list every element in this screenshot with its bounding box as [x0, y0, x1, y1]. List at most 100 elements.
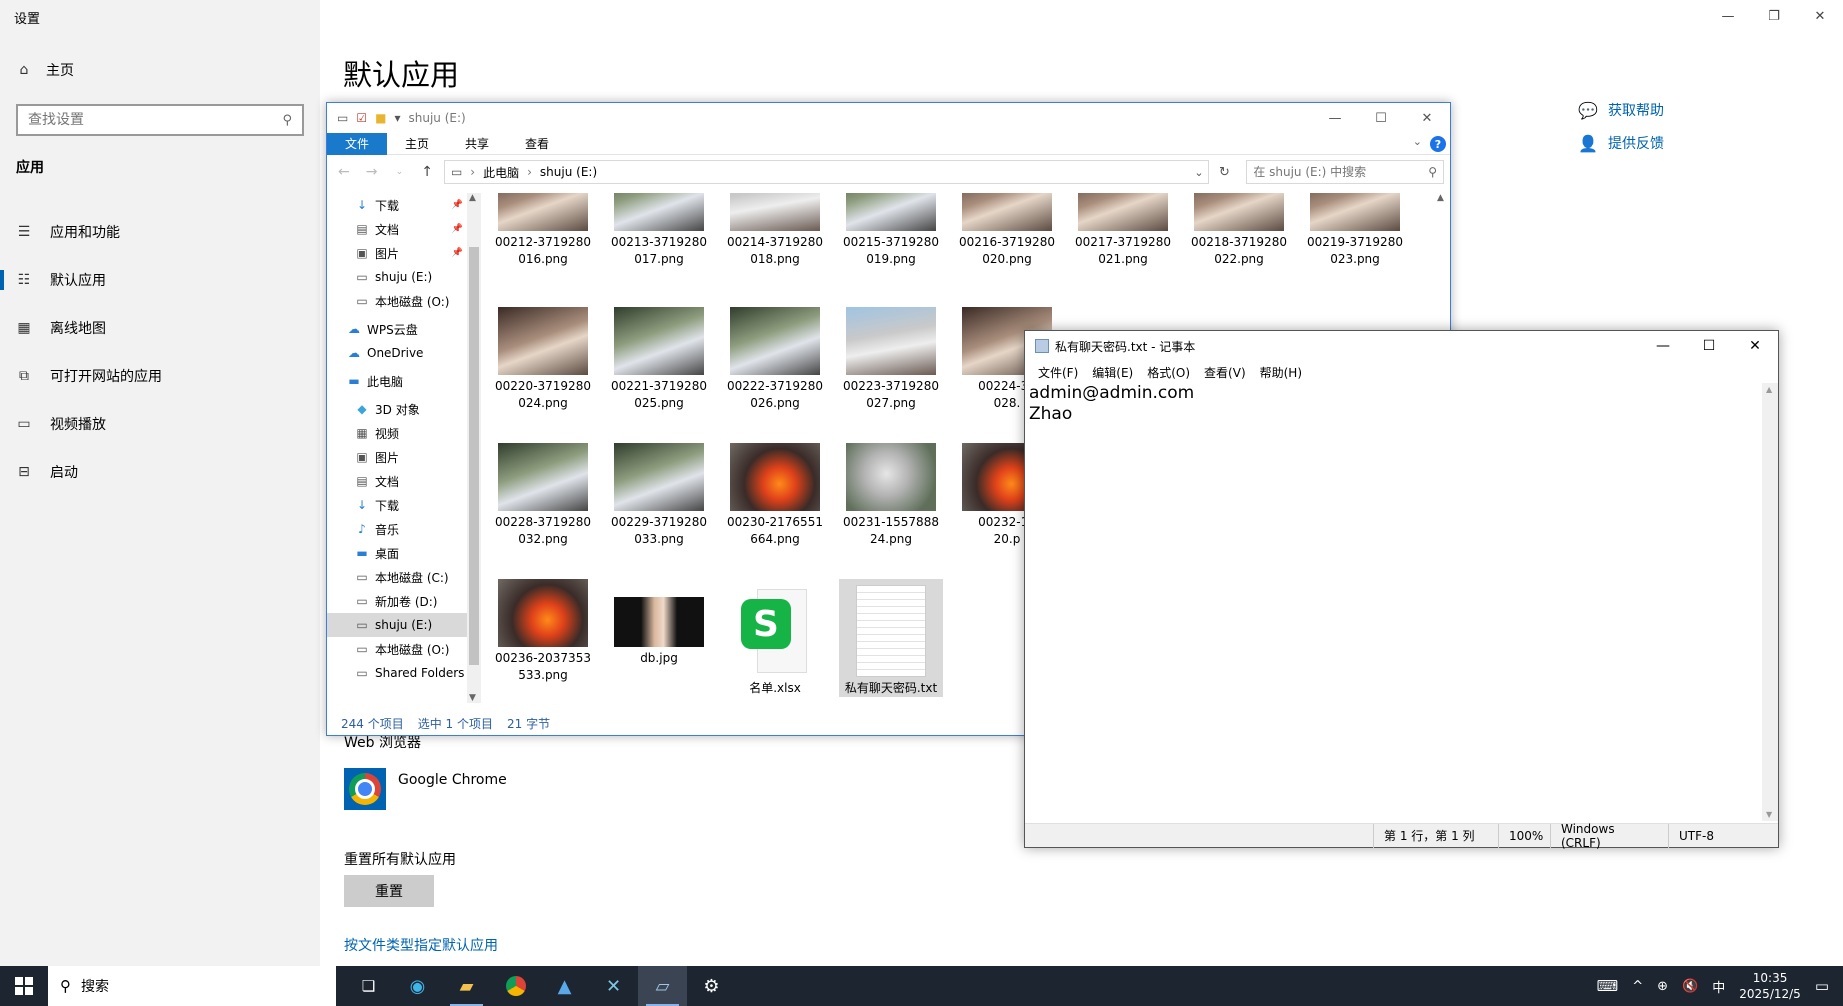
nav-item[interactable]: ▦ 视频	[327, 421, 467, 445]
nav-item[interactable]: ▭ shuju (E:)	[327, 265, 467, 289]
start-button[interactable]	[0, 966, 48, 1006]
settings-search-input[interactable]	[28, 112, 283, 128]
file-item[interactable]: 00212-3719280 016.png	[491, 193, 595, 268]
nav-item[interactable]: ▭ 本地磁盘 (O:)	[327, 637, 467, 661]
settings-nav-apps-for-websites[interactable]: ⧉ 可打开网站的应用	[0, 352, 320, 400]
file-item[interactable]: 00231-1557888 24.png	[839, 443, 943, 548]
properties-icon[interactable]: ☑	[356, 111, 367, 125]
up-arrow-icon[interactable]: ↑	[416, 164, 438, 180]
scroll-down-icon[interactable]: ▼	[1766, 810, 1772, 819]
nav-item[interactable]: ▬ 桌面	[327, 541, 467, 565]
breadcrumb-drive[interactable]: shuju (E:)	[540, 165, 597, 179]
breadcrumb-this-pc[interactable]: 此电脑	[483, 164, 519, 181]
minimize-icon[interactable]: —	[1640, 331, 1686, 361]
menu-format[interactable]: 格式(O)	[1140, 364, 1197, 381]
settings-home[interactable]: ⌂ 主页	[16, 60, 74, 80]
nav-item[interactable]: ◆ 3D 对象	[327, 397, 467, 421]
maximize-icon[interactable]: ☐	[1358, 103, 1404, 133]
tab-home[interactable]: 主页	[387, 133, 447, 155]
file-item[interactable]: 00214-3719280 018.png	[723, 193, 827, 268]
minimize-icon[interactable]: —	[1705, 0, 1751, 32]
notepad-scrollbar[interactable]: ▲ ▼	[1762, 383, 1778, 821]
volume-muted-icon[interactable]: 🔇	[1682, 979, 1698, 994]
ribbon-expand-icon[interactable]: ⌄	[1413, 135, 1422, 148]
input-method-indicator[interactable]: 中	[1712, 977, 1725, 996]
file-item[interactable]: 00223-3719280 027.png	[839, 307, 943, 412]
refresh-icon[interactable]: ↻	[1215, 165, 1235, 180]
file-item[interactable]: 00215-3719280 019.png	[839, 193, 943, 268]
scroll-up-icon[interactable]: ▲	[1766, 385, 1772, 394]
nav-item[interactable]: ▤ 文档 📌	[327, 217, 467, 241]
menu-help[interactable]: 帮助(H)	[1253, 364, 1309, 381]
photos-icon[interactable]: ▲	[540, 966, 589, 1006]
nav-item[interactable]: ↓ 下载	[327, 493, 467, 517]
close-icon[interactable]: ✕	[1732, 331, 1778, 361]
notepad-taskbar-icon[interactable]: ▱	[638, 966, 687, 1006]
nav-item[interactable]: ▬ 此电脑	[327, 369, 467, 393]
nav-item[interactable]: ▭ 新加卷 (D:)	[327, 589, 467, 613]
file-item[interactable]: 00219-3719280 023.png	[1303, 193, 1407, 268]
edge-icon[interactable]: ◉	[393, 966, 442, 1006]
scrollbar-thumb[interactable]	[469, 247, 479, 665]
network-icon[interactable]: ⊕	[1657, 979, 1668, 994]
keyboard-icon[interactable]: ⌨	[1597, 977, 1619, 995]
address-bar[interactable]: ▭ › 此电脑 › shuju (E:) ⌄	[443, 160, 1209, 184]
reset-button[interactable]: 重置	[344, 875, 434, 907]
file-item[interactable]: S 名单.xlsx	[723, 579, 827, 697]
file-item[interactable]: 00229-3719280 033.png	[607, 443, 711, 548]
file-explorer-icon[interactable]: ▰	[442, 966, 491, 1006]
filetype-defaults-link[interactable]: 按文件类型指定默认应用	[344, 935, 498, 955]
recent-dropdown-icon[interactable]: ⌄	[388, 167, 410, 177]
forward-arrow-icon[interactable]: →	[361, 164, 383, 180]
tab-view[interactable]: 查看	[507, 133, 567, 155]
settings-nav-offline-maps[interactable]: ▦ 离线地图	[0, 304, 320, 352]
file-item[interactable]: db.jpg	[607, 579, 711, 667]
settings-nav-startup[interactable]: ⊟ 启动	[0, 448, 320, 496]
menu-edit[interactable]: 编辑(E)	[1085, 364, 1140, 381]
taskbar-search[interactable]: ⚲ 搜索	[48, 966, 336, 1006]
address-dropdown-icon[interactable]: ⌄	[1194, 166, 1203, 179]
restore-icon[interactable]: ❐	[1751, 0, 1797, 32]
file-item[interactable]: 00218-3719280 022.png	[1187, 193, 1291, 268]
maximize-icon[interactable]: ☐	[1686, 331, 1732, 361]
file-item[interactable]: 00217-3719280 021.png	[1071, 193, 1175, 268]
close-icon[interactable]: ✕	[1797, 0, 1843, 32]
settings-gear-icon[interactable]: ⚙	[687, 966, 736, 1006]
minimize-icon[interactable]: —	[1312, 103, 1358, 133]
tab-share[interactable]: 共享	[447, 133, 507, 155]
show-hidden-icons-icon[interactable]: ^	[1632, 979, 1643, 994]
file-item[interactable]: 00220-3719280 024.png	[491, 307, 595, 412]
menu-file[interactable]: 文件(F)	[1031, 364, 1085, 381]
nav-item[interactable]: ▭ 本地磁盘 (C:)	[327, 565, 467, 589]
scroll-down-icon[interactable]: ▼	[469, 693, 476, 703]
close-icon[interactable]: ✕	[1404, 103, 1450, 133]
file-item[interactable]: 私有聊天密码.txt	[839, 579, 943, 697]
nav-item[interactable]: ▣ 图片	[327, 445, 467, 469]
nav-item[interactable]: ▭ 本地磁盘 (O:)	[327, 289, 467, 313]
settings-nav-apps-features[interactable]: ☰ 应用和功能	[0, 208, 320, 256]
taskbar-clock[interactable]: 10:35 2025/12/5	[1739, 970, 1801, 1002]
vpn-app-icon[interactable]: ✕	[589, 966, 638, 1006]
explorer-search-input[interactable]	[1253, 165, 1429, 179]
new-folder-icon[interactable]: ■	[375, 111, 386, 125]
settings-search-box[interactable]: ⚲	[16, 104, 304, 136]
task-view-icon[interactable]: ❏	[344, 966, 393, 1006]
nav-item[interactable]: ↓ 下载 📌	[327, 193, 467, 217]
tab-file[interactable]: 文件	[327, 132, 388, 155]
scroll-up-icon[interactable]: ▲	[469, 193, 476, 203]
nav-item[interactable]: ▤ 文档	[327, 469, 467, 493]
navigation-scrollbar[interactable]: ▲ ▼	[467, 193, 481, 703]
menu-view[interactable]: 查看(V)	[1197, 364, 1253, 381]
back-arrow-icon[interactable]: ←	[333, 164, 355, 180]
notepad-text-area[interactable]: admin@admin.com Zhao	[1027, 383, 1761, 821]
quick-access-dropdown-icon[interactable]: ▾	[394, 111, 400, 125]
file-item[interactable]: 00213-3719280 017.png	[607, 193, 711, 268]
file-item[interactable]: 00216-3719280 020.png	[955, 193, 1059, 268]
feedback-link[interactable]: 👤 提供反馈	[1578, 133, 1664, 153]
chrome-icon[interactable]	[491, 966, 540, 1006]
nav-item[interactable]: ☁ WPS云盘	[327, 317, 467, 341]
nav-item[interactable]: ▭ shuju (E:)	[327, 613, 467, 637]
settings-nav-video-playback[interactable]: ▭ 视频播放	[0, 400, 320, 448]
file-item[interactable]: 00222-3719280 026.png	[723, 307, 827, 412]
nav-item[interactable]: ▣ 图片 📌	[327, 241, 467, 265]
